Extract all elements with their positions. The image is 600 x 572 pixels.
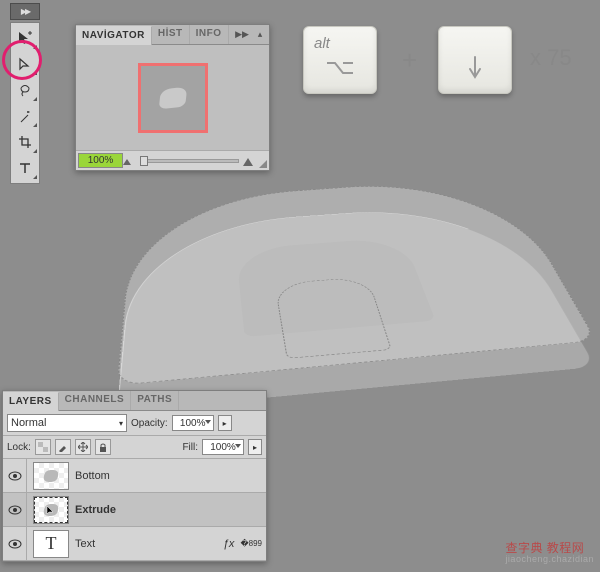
zoom-slider-knob[interactable] <box>140 156 148 166</box>
fx-indicator[interactable]: ƒx <box>223 538 235 550</box>
keycap-alt: alt <box>303 26 377 94</box>
toolbox <box>10 22 40 184</box>
opacity-label: Opacity: <box>131 418 168 429</box>
opacity-flyout-button[interactable]: ▸ <box>218 415 232 431</box>
option-key-icon <box>325 59 355 77</box>
move-tool[interactable] <box>11 25 39 51</box>
zoom-slider[interactable] <box>141 159 239 163</box>
layers-options-row-2: Lock: Fill: 100% ▸ <box>3 436 266 459</box>
brush-icon <box>58 442 68 452</box>
fill-value-text: 100% <box>210 442 236 453</box>
fill-value-input[interactable]: 100% <box>202 439 244 455</box>
lock-all-button[interactable] <box>95 439 111 455</box>
zoom-in-button[interactable] <box>243 156 257 166</box>
tab-channels[interactable]: CHANNELS <box>59 391 132 410</box>
lasso-icon <box>18 83 32 97</box>
panel-collapse-tab[interactable]: ▶▶ <box>10 3 40 20</box>
navigator-thumbnail-shape <box>158 86 187 109</box>
lock-transparency-button[interactable] <box>35 439 51 455</box>
panel-collapse-button[interactable]: ▴ <box>251 25 269 44</box>
panel-resize-grip[interactable] <box>257 152 269 170</box>
eye-icon <box>8 539 22 549</box>
tab-paths[interactable]: PATHS <box>131 391 179 410</box>
layer-visibility-toggle[interactable] <box>3 459 27 492</box>
opacity-value-text: 100% <box>180 418 206 429</box>
watermark-sub: jiaocheng.chazidian <box>505 554 594 564</box>
tab-layers[interactable]: LAYERS <box>3 392 59 411</box>
lock-icon <box>98 442 108 452</box>
keycap-down-arrow <box>438 26 512 94</box>
layers-options-row-1: Normal ▾ Opacity: 100% ▸ <box>3 411 266 436</box>
lock-pixels-button[interactable] <box>55 439 71 455</box>
layers-panel: LAYERS CHANNELS PATHS Normal ▾ Opacity: … <box>2 390 267 562</box>
fill-label: Fill: <box>182 442 198 453</box>
transparency-icon <box>38 442 48 452</box>
zoom-value-input[interactable]: 100% <box>78 153 123 168</box>
layer-list: Bottom Extrude T Text ƒx �899 <box>3 459 266 561</box>
move-tool-icon <box>17 30 33 46</box>
blend-mode-dropdown[interactable]: Normal ▾ <box>7 414 127 432</box>
path-selection-icon <box>18 57 32 71</box>
opacity-value-input[interactable]: 100% <box>172 415 214 431</box>
plus-label: + <box>402 45 417 76</box>
panel-menu-button[interactable]: ▶▶ <box>233 25 251 44</box>
tab-info[interactable]: INFO <box>190 25 229 44</box>
wand-icon <box>18 109 32 123</box>
navigator-footer: 100% <box>76 150 269 170</box>
navigator-panel: NAVİGATOR HİST INFO ▶▶ ▴ 100% <box>75 24 270 171</box>
layer-thumbnail[interactable] <box>33 496 69 524</box>
layer-visibility-toggle[interactable] <box>3 527 27 560</box>
repeat-count-label: x 75 <box>530 45 572 71</box>
zoom-in-icon <box>243 156 253 166</box>
fill-flyout-button[interactable]: ▸ <box>248 439 262 455</box>
type-icon <box>18 161 32 175</box>
blend-mode-value: Normal <box>11 417 46 429</box>
layer-row-text[interactable]: T Text ƒx �899 <box>3 527 266 561</box>
move-cursor-icon <box>45 504 57 516</box>
dropdown-caret-icon: ▾ <box>119 419 123 428</box>
crop-tool[interactable] <box>11 129 39 155</box>
watermark: 查字典 教程网 jiaocheng.chazidian <box>505 539 594 564</box>
crop-icon <box>18 135 32 149</box>
eye-icon <box>8 471 22 481</box>
lock-position-button[interactable] <box>75 439 91 455</box>
lasso-tool[interactable] <box>11 77 39 103</box>
fx-expand-icon[interactable]: �899 <box>240 539 262 548</box>
layer-thumbnail[interactable]: T <box>33 530 69 558</box>
chevron-right-icon: ▶▶ <box>21 7 29 16</box>
navigator-view-box <box>138 63 208 133</box>
layer-name-label[interactable]: Extrude <box>75 504 116 516</box>
layer-thumbnail[interactable] <box>33 462 69 490</box>
layers-tabs: LAYERS CHANNELS PATHS <box>3 391 266 411</box>
layer-name-label[interactable]: Text <box>75 538 95 550</box>
arrow-down-icon <box>466 53 484 83</box>
type-tool[interactable] <box>11 155 39 181</box>
lock-label: Lock: <box>7 442 31 453</box>
eye-icon <box>8 505 22 515</box>
tab-history[interactable]: HİST <box>152 25 190 44</box>
navigator-preview[interactable] <box>76 45 269 150</box>
watermark-main: 查字典 教程网 <box>505 541 584 555</box>
magic-wand-tool[interactable] <box>11 103 39 129</box>
navigator-tabs: NAVİGATOR HİST INFO ▶▶ ▴ <box>76 25 269 45</box>
layer-row-extrude[interactable]: Extrude <box>3 493 266 527</box>
tab-navigator[interactable]: NAVİGATOR <box>76 26 152 45</box>
path-selection-tool[interactable] <box>11 51 39 77</box>
move-lock-icon <box>78 442 88 452</box>
keycap-alt-label: alt <box>314 35 330 52</box>
zoom-out-icon <box>123 157 131 165</box>
layer-row-bottom[interactable]: Bottom <box>3 459 266 493</box>
layer-name-label[interactable]: Bottom <box>75 470 110 482</box>
layer-visibility-toggle[interactable] <box>3 493 27 526</box>
zoom-out-button[interactable] <box>123 157 137 165</box>
